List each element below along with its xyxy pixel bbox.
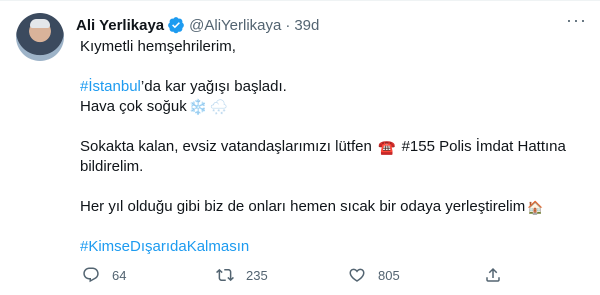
reply-button[interactable]: 64 xyxy=(82,263,126,287)
tweet-text: Kıymetli hemşehrilerim, xyxy=(80,38,236,55)
author-name[interactable]: Ali Yerlikaya xyxy=(76,17,164,34)
tweet-text-line: Hava çok soğuk ❄️ 🌨 xyxy=(80,97,228,118)
tweet-text-line: Sokakta kalan, evsiz vatandaşlarımızı lü… xyxy=(80,137,566,157)
author-handle[interactable]: @AliYerlikaya xyxy=(189,17,281,34)
hashtag-link[interactable]: #KimseDışarıdaKalmasın xyxy=(80,238,249,255)
tweet-text: Her yıl olduğu gibi biz de onları hemen … xyxy=(80,198,526,215)
house-icon: 🏠 xyxy=(527,200,544,215)
hashtag-link[interactable]: #İstanbul xyxy=(80,78,141,95)
avatar[interactable] xyxy=(16,13,64,61)
tweet-header: Ali Yerlikaya @AliYerlikaya · 39d xyxy=(76,15,319,35)
tweet-text: bildirelim. xyxy=(80,158,144,175)
tweet-text: #155 Polis İmdat Hattına xyxy=(401,138,566,155)
tweet-card[interactable]: Ali Yerlikaya @AliYerlikaya · 39d ··· Kı… xyxy=(0,0,600,295)
tweet-text-line: Her yıl olduğu gibi biz de onları hemen … xyxy=(80,197,543,218)
tweet-text-line: Kıymetli hemşehrilerim, xyxy=(80,37,236,57)
verified-badge-icon xyxy=(168,17,184,34)
tweet-text-line: #KimseDışarıdaKalmasın xyxy=(80,237,249,257)
share-button[interactable] xyxy=(484,263,514,287)
like-button[interactable]: 805 xyxy=(348,263,400,287)
reply-count: 64 xyxy=(112,267,127,283)
heart-icon xyxy=(349,268,365,282)
more-options-icon[interactable]: ··· xyxy=(566,11,586,33)
tweet-text: Hava çok soğuk xyxy=(80,98,187,115)
cloud-snow-icon: 🌨 xyxy=(209,99,229,116)
tweet-actions: 64 235 805 xyxy=(80,263,520,287)
telephone-icon: ☎️ xyxy=(377,139,396,155)
tweet-timestamp[interactable]: 39d xyxy=(294,17,319,34)
tweet-text: Sokakta kalan, evsiz vatandaşlarımızı lü… xyxy=(80,138,372,155)
share-icon xyxy=(486,267,500,282)
tweet-text-line: #İstanbul’da kar yağışı başladı. xyxy=(80,77,287,97)
reply-icon xyxy=(83,267,99,283)
snowflake-icon: ❄️ xyxy=(188,99,208,116)
tweet-text-line: bildirelim. xyxy=(80,157,143,177)
retweet-icon xyxy=(216,268,234,282)
tweet-text: ’da kar yağışı başladı. xyxy=(140,78,287,95)
retweet-button[interactable]: 235 xyxy=(216,263,268,287)
like-count: 805 xyxy=(378,267,400,283)
retweet-count: 235 xyxy=(246,267,268,283)
header-separator: · xyxy=(285,16,291,34)
